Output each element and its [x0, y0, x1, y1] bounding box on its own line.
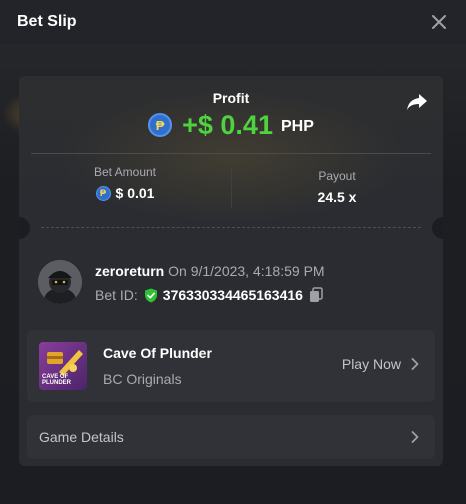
ticket-tear-line	[41, 227, 421, 228]
bet-slip-header: Bet Slip	[0, 0, 466, 44]
bet-card: Profit ₱ +$ 0.41 PHP Bet Amount ₱ $ 0.01…	[19, 76, 443, 466]
profit-divider	[31, 153, 431, 154]
play-now-button[interactable]: Play Now	[342, 356, 419, 372]
game-details-row[interactable]: Game Details	[27, 415, 435, 459]
bet-id-row: Bet ID: 376330334465163416	[95, 287, 323, 303]
profit-currency: PHP	[280, 118, 314, 135]
share-button[interactable]	[406, 92, 428, 112]
game-thumbnail: CAVE OF PLUNDER	[39, 342, 87, 390]
payout-label: Payout	[318, 169, 356, 183]
profit-label: Profit	[212, 90, 250, 106]
payout-stat: Payout 24.5 x	[231, 169, 443, 205]
coin-icon: ₱	[148, 113, 173, 137]
chevron-right-icon	[411, 358, 419, 370]
payout-value: 24.5 x	[317, 189, 357, 205]
game-details-label: Game Details	[39, 429, 124, 445]
bet-amount-label: Bet Amount	[93, 165, 157, 179]
bet-id-label: Bet ID:	[95, 287, 138, 303]
share-icon	[407, 94, 427, 110]
avatar-image	[38, 260, 82, 304]
profit-row: ₱ +$ 0.41 PHP	[19, 108, 443, 142]
close-button[interactable]	[430, 13, 448, 31]
bet-amount-value-row: ₱ $ 0.01	[19, 185, 231, 201]
user-info: zeroreturn On 9/1/2023, 4:18:59 PM Bet I…	[38, 260, 428, 306]
close-icon	[432, 15, 446, 29]
bet-amount-stat: Bet Amount ₱ $ 0.01	[19, 165, 231, 201]
username[interactable]: zeroreturn	[95, 263, 164, 279]
play-now-label: Play Now	[341, 356, 401, 372]
avatar[interactable]	[38, 260, 82, 304]
profit-value: +$ 0.41	[182, 109, 273, 140]
copy-icon[interactable]	[309, 287, 323, 303]
shield-check-icon	[144, 288, 157, 302]
coin-icon: ₱	[95, 185, 111, 201]
game-card[interactable]: CAVE OF PLUNDER Cave Of Plunder BC Origi…	[27, 330, 435, 402]
bet-date: On 9/1/2023, 4:18:59 PM	[168, 263, 325, 279]
bet-amount-value: $ 0.01	[115, 185, 155, 201]
game-name: Cave Of Plunder	[103, 345, 212, 361]
ticket-notch-right	[432, 217, 443, 239]
user-line: zeroreturn On 9/1/2023, 4:18:59 PM	[95, 263, 325, 279]
chevron-right-icon	[411, 431, 419, 443]
bet-id-value: 376330334465163416	[162, 287, 303, 303]
game-thumbnail-text: CAVE OF PLUNDER	[42, 374, 72, 386]
game-provider: BC Originals	[103, 371, 182, 387]
bet-slip-title: Bet Slip	[17, 13, 77, 30]
